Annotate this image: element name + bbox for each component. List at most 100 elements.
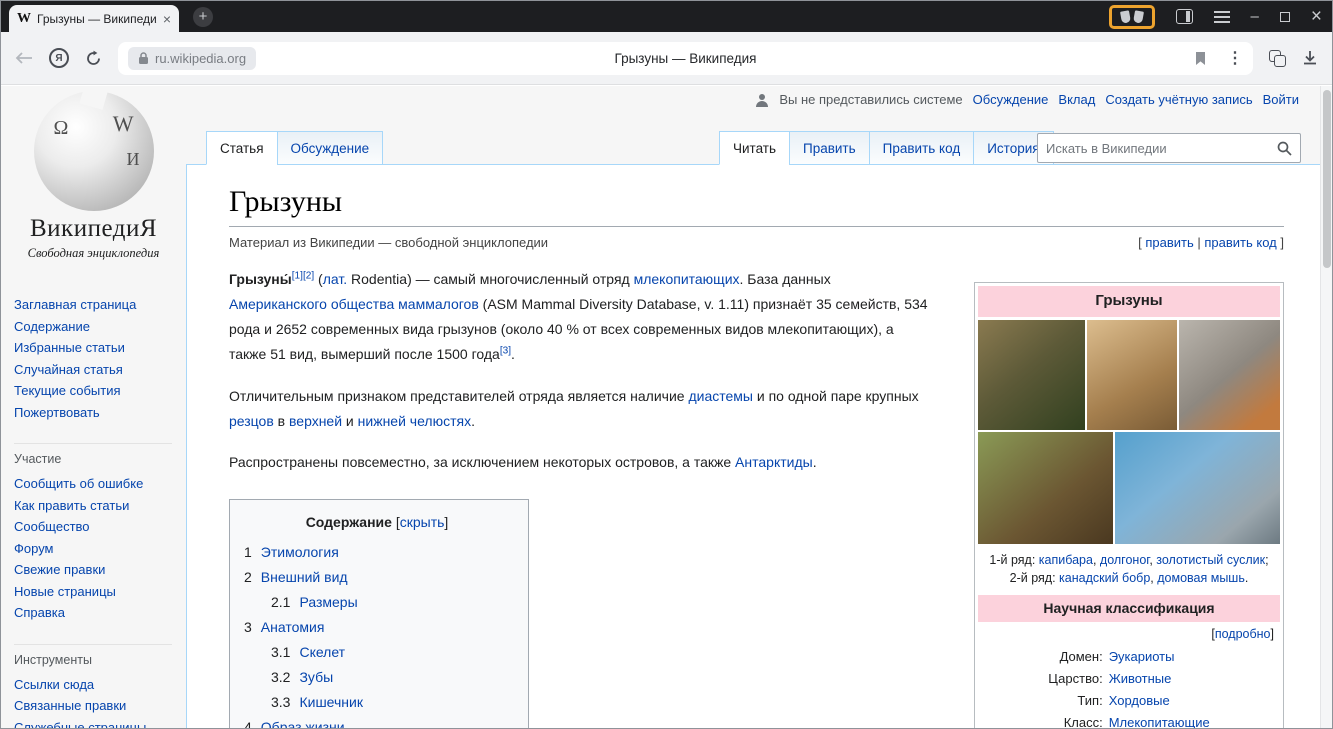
taxobox: Грызуны [974,282,1284,728]
table-of-contents: Содержание [скрыть] 1Этимология 2Внешний… [229,499,529,728]
sidebar-item-report-error[interactable]: Сообщить об ошибке [14,473,172,495]
tab-edit[interactable]: Править [789,131,870,165]
table-row: Класс: Млекопитающие [1045,712,1212,728]
wikipedia-wordmark[interactable]: ВикипедиЯ [1,215,186,243]
personal-link-create-account[interactable]: Создать учётную запись [1105,92,1252,107]
table-row: Домен: Эукариоты [1045,646,1212,668]
new-tab-button[interactable]: + [193,7,213,27]
taxo-value[interactable]: Эукариоты [1109,649,1175,664]
sidebar-nav: Заглавная страница Содержание Избранные … [14,294,186,423]
wikipedia-favicon: W [17,11,31,27]
toc-link[interactable]: Этимология [261,544,339,560]
sidebar-item-contents[interactable]: Содержание [14,316,186,338]
toc-link[interactable]: Размеры [299,594,357,610]
portal-title: Участие [14,452,172,466]
taxo-value[interactable]: Млекопитающие [1109,715,1210,728]
tab-edit-source[interactable]: Править код [869,131,975,165]
sidebar-item-current-events[interactable]: Текущие события [14,380,186,402]
sidebar-item-how-to-edit[interactable]: Как править статьи [14,495,172,517]
wikipedia-page: Ω W И ВикипедиЯ Свободная энциклопедия З… [1,86,1332,728]
toc-link[interactable]: Внешний вид [261,569,348,585]
taxobox-caption: 1-й ряд: капибара, долгоног, золотистый … [984,551,1274,589]
address-bar-title: Грызуны — Википедия [118,51,1253,66]
sidebar-item-help[interactable]: Справка [14,602,172,624]
sidebar-item-recent-changes[interactable]: Свежие правки [14,559,172,581]
browser-tab[interactable]: W Грызуны — Википедия × [9,5,179,32]
lock-icon [138,52,149,65]
personal-link-contributions[interactable]: Вклад [1058,92,1095,107]
hamburger-menu-icon[interactable] [1214,11,1230,23]
page-scrollbar[interactable] [1320,86,1332,728]
search-icon[interactable] [1277,141,1292,156]
tab-discussion[interactable]: Обсуждение [277,131,384,165]
maximize-icon [1280,12,1290,22]
wiki-search-box[interactable] [1037,133,1301,163]
toc-link[interactable]: Скелет [299,644,345,660]
side-panel-icon[interactable] [1176,9,1193,24]
titlebar-right-icons: – × [1109,1,1322,32]
yandex-home-icon[interactable]: Я [49,48,69,68]
capybara-image[interactable] [978,320,1085,430]
toc-hide-link[interactable]: [скрыть] [396,514,448,530]
taxobox-image-collage [978,320,1280,544]
sidebar-item-featured[interactable]: Избранные статьи [14,337,186,359]
springhare-image[interactable] [1087,320,1176,430]
collections-icon[interactable] [1121,11,1143,23]
toc-link[interactable]: Анатомия [261,619,325,635]
maximize-button[interactable] [1280,12,1290,22]
personal-bar: Вы не представились системе Обсуждение В… [755,92,1299,107]
scrollbar-thumb[interactable] [1323,90,1331,268]
toc-link[interactable]: Образ жизни [261,719,345,728]
content-area: Грызуны Материал из Википедии — свободно… [186,164,1320,728]
taxo-value[interactable]: Животные [1109,671,1172,686]
shared-tabs-icon[interactable] [1269,50,1286,67]
address-bar[interactable]: ru.wikipedia.org Грызуны — Википедия ⋮ [118,42,1253,75]
toc-item: 3.3Кишечник [271,690,510,715]
sidebar-item-main-page[interactable]: Заглавная страница [14,294,186,316]
taxo-value[interactable]: Хордовые [1109,693,1170,708]
section-edit-links[interactable]: [ править | править код ] [1138,235,1284,250]
taxo-label: Тип: [1045,690,1105,712]
tab-close-icon[interactable]: × [163,11,171,27]
toc-link[interactable]: Зубы [299,669,333,685]
wikipedia-logo[interactable]: Ω W И [34,91,154,211]
toc-item: 2.1Размеры [271,590,510,615]
sidebar-item-random[interactable]: Случайная статья [14,359,186,381]
bookmark-icon[interactable] [1194,51,1207,66]
titlebar: W Грызуны — Википедия × + – × [1,1,1332,32]
site-host-chip[interactable]: ru.wikipedia.org [128,47,256,70]
login-status: Вы не представились системе [779,92,962,107]
table-row: Тип: Хордовые [1045,690,1212,712]
browser-toolbar: Я ru.wikipedia.org Грызуны — Википедия ⋮ [1,32,1332,85]
golden-ground-squirrel-image[interactable] [1179,320,1280,430]
tab-read[interactable]: Читать [719,131,790,165]
wiki-sidebar: Ω W И ВикипедиЯ Свободная энциклопедия З… [1,86,186,728]
classification-details-link[interactable]: [подробно] [978,622,1280,644]
beaver-image[interactable] [978,432,1113,544]
tab-article[interactable]: Статья [206,131,278,165]
sidebar-item-special-pages[interactable]: Служебные страницы [14,717,172,729]
house-mouse-image[interactable] [1115,432,1280,544]
classification-header: Научная классификация [978,595,1280,622]
caption-row-2: 2-й ряд: канадский бобр, домовая мышь. [984,569,1274,588]
reload-icon[interactable] [85,50,102,67]
user-icon [755,93,769,107]
personal-link-login[interactable]: Войти [1263,92,1299,107]
toc-item: 1Этимология [244,540,510,565]
download-icon[interactable] [1302,50,1318,66]
close-button[interactable]: × [1311,7,1322,26]
more-actions-icon[interactable]: ⋮ [1227,48,1243,68]
sidebar-item-forum[interactable]: Форум [14,538,172,560]
sidebar-item-what-links-here[interactable]: Ссылки сюда [14,674,172,696]
search-input[interactable] [1046,141,1277,156]
toc-link[interactable]: Кишечник [299,694,363,710]
minimize-button[interactable]: – [1251,9,1259,24]
back-icon[interactable] [15,51,33,65]
highlight-box [1109,5,1155,29]
sidebar-item-community[interactable]: Сообщество [14,516,172,538]
sidebar-item-new-pages[interactable]: Новые страницы [14,581,172,603]
sidebar-item-donate[interactable]: Пожертвовать [14,402,186,424]
sidebar-item-related-changes[interactable]: Связанные правки [14,695,172,717]
tab-title: Грызуны — Википедия [37,12,157,26]
personal-link-talk[interactable]: Обсуждение [973,92,1049,107]
